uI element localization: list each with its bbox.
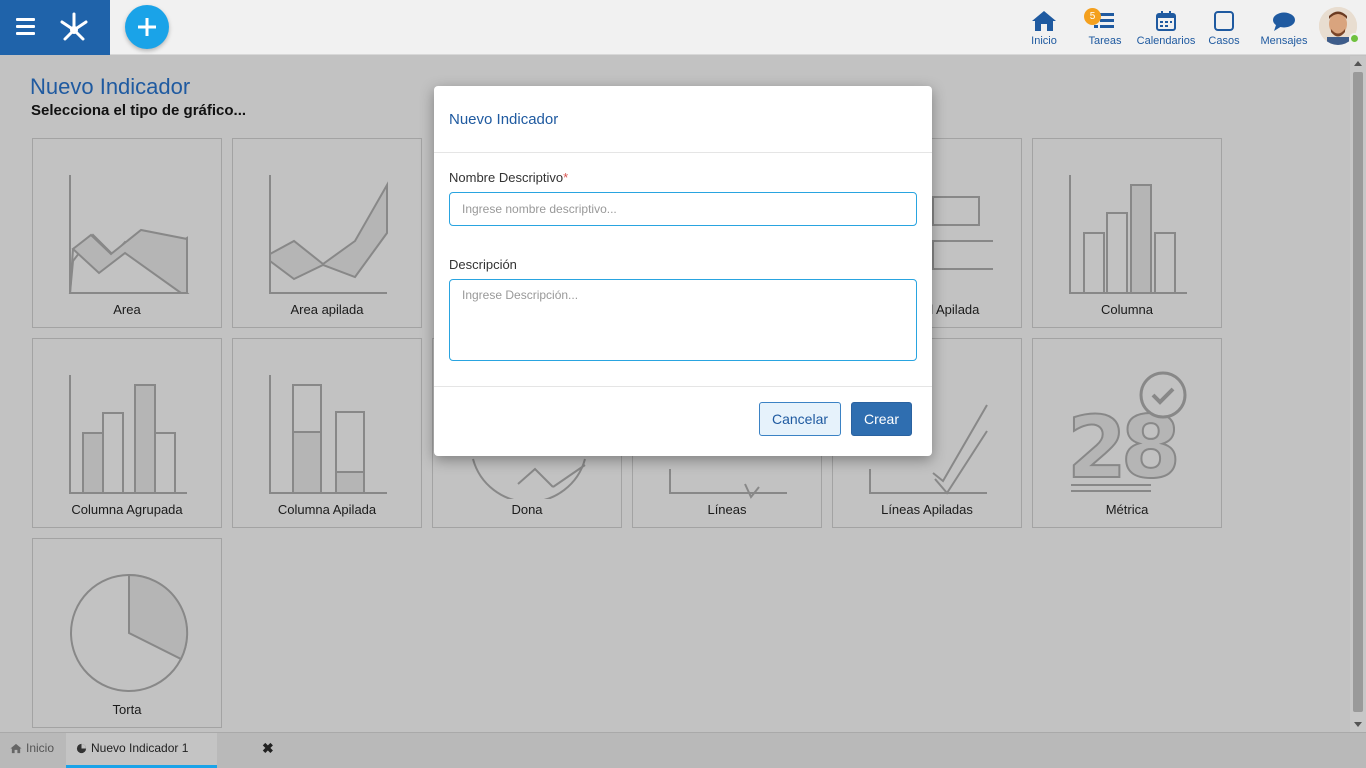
- tile-label: Area: [113, 302, 141, 317]
- tile-label: Torta: [112, 702, 142, 717]
- tile-area-apilada[interactable]: Area apilada: [232, 138, 422, 328]
- dialog-title: Nuevo Indicador: [449, 111, 559, 128]
- tile-columna-agrupada[interactable]: Columna Agrupada: [32, 338, 222, 528]
- description-field-label: Descripción: [449, 257, 517, 272]
- tile-label: Columna Agrupada: [71, 502, 183, 517]
- page-title: Nuevo Indicador: [30, 74, 191, 99]
- page-subtitle: Selecciona el tipo de gráfico...: [31, 102, 247, 119]
- messages-icon: [1273, 12, 1295, 31]
- home-icon: [1032, 11, 1056, 31]
- bottom-tab-bar: Inicio Nuevo Indicador 1 ✖: [0, 732, 1366, 768]
- plus-icon: [138, 18, 156, 36]
- nav-mensajes[interactable]: Mensajes: [1258, 6, 1310, 50]
- tab-label: Nuevo Indicador 1: [91, 741, 189, 755]
- description-input[interactable]: [449, 279, 917, 361]
- grouped-column-chart-icon: [69, 375, 187, 494]
- vertical-scrollbar[interactable]: [1350, 56, 1366, 732]
- tile-area[interactable]: Area: [32, 138, 222, 328]
- cancel-button[interactable]: Cancelar: [759, 402, 841, 436]
- column-chart-icon: [1069, 175, 1187, 294]
- online-status-indicator: [1349, 33, 1360, 44]
- scroll-up-arrow-icon[interactable]: [1354, 61, 1362, 66]
- tile-metrica[interactable]: 28 Métrica: [1032, 338, 1222, 528]
- pie-chart-icon: [76, 744, 87, 754]
- metric-icon: 28: [1066, 371, 1187, 499]
- home-icon: [10, 744, 22, 754]
- nav-label: Inicio: [1031, 35, 1057, 47]
- scroll-thumb[interactable]: [1353, 72, 1363, 712]
- tile-label: Columna: [1100, 302, 1154, 317]
- dialog-header: Nuevo Indicador: [434, 86, 932, 153]
- tile-label: Area apilada: [290, 302, 364, 317]
- tile-columna[interactable]: Columna: [1032, 138, 1222, 328]
- logo-icon[interactable]: [56, 8, 92, 44]
- tile-label: Métrica: [1105, 502, 1149, 517]
- name-input[interactable]: [449, 192, 917, 226]
- pie-chart-icon: [70, 573, 189, 692]
- menu-icon[interactable]: [16, 18, 35, 35]
- tab-nuevo-indicador[interactable]: Nuevo Indicador 1 ✖: [66, 733, 274, 768]
- nav-tareas[interactable]: 5 Tareas: [1084, 6, 1126, 50]
- tile-label: Columna Apilada: [277, 502, 377, 517]
- add-button[interactable]: [125, 5, 169, 49]
- tasks-badge: 5: [1084, 8, 1101, 25]
- tab-label: Inicio: [26, 741, 55, 755]
- nav-label: Calendarios: [1136, 35, 1196, 47]
- name-field-label: Nombre Descriptivo*: [449, 170, 569, 185]
- nav-casos[interactable]: Casos: [1206, 6, 1242, 50]
- tab-inicio[interactable]: Inicio: [0, 733, 64, 768]
- area-chart-icon: [68, 175, 190, 294]
- tile-label: Líneas: [707, 502, 747, 517]
- nav-inicio[interactable]: Inicio: [1026, 6, 1062, 50]
- top-bar: Inicio 5 Tareas Calendarios Casos Mensaj…: [0, 0, 1366, 55]
- nav-label: Casos: [1208, 35, 1240, 47]
- tile-label: Dona: [511, 502, 543, 517]
- stacked-column-chart-icon: [269, 375, 387, 494]
- scroll-down-arrow-icon[interactable]: [1354, 722, 1362, 727]
- close-icon[interactable]: ✖: [262, 733, 274, 763]
- required-mark: *: [563, 170, 569, 185]
- nav-label: Mensajes: [1260, 35, 1308, 47]
- tile-torta[interactable]: Torta: [32, 538, 222, 728]
- nav-calendarios[interactable]: Calendarios: [1135, 6, 1197, 50]
- create-button[interactable]: Crear: [851, 402, 912, 436]
- tile-columna-apilada[interactable]: Columna Apilada: [232, 338, 422, 528]
- calendar-icon: [1156, 11, 1176, 31]
- cases-icon: [1214, 11, 1234, 31]
- stacked-area-chart-icon: [269, 175, 388, 294]
- tile-label: Líneas Apiladas: [881, 502, 973, 517]
- dialog-footer-divider: [434, 386, 932, 387]
- nav-label: Tareas: [1088, 35, 1122, 47]
- new-indicator-dialog: Nuevo Indicador Nombre Descriptivo* Desc…: [434, 86, 932, 456]
- brand-block: [0, 0, 110, 55]
